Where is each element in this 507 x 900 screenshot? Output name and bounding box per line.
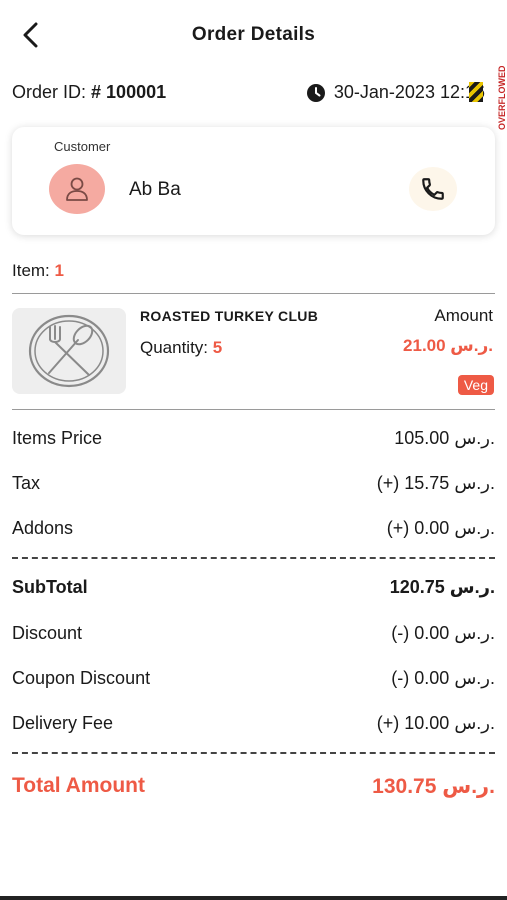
coupon-discount-label: Coupon Discount (12, 668, 151, 688)
clock-icon (306, 83, 325, 102)
items-count-value: 1 (54, 261, 64, 280)
divider (12, 293, 495, 294)
overflow-stripe (469, 82, 483, 102)
addons-label: Addons (12, 518, 74, 538)
delivery-fee-label: Delivery Fee (12, 713, 114, 733)
order-id: Order ID: # 100001 (12, 82, 166, 103)
user-icon (66, 177, 88, 201)
tax-value: (+) 15.75 ر.س. (376, 473, 495, 493)
tax-label: Tax (12, 473, 41, 493)
item-name: ROASTED TURKEY CLUB (140, 308, 319, 324)
total-amount-row: Total Amount 130.75 ر.س. (12, 774, 495, 798)
fork-spoon-icon (28, 314, 110, 388)
overflow-indicator: OVERFLOWED BY (493, 66, 507, 132)
customer-card: Customer Ab Ba (12, 127, 495, 235)
subtotal-label: SubTotal (12, 577, 88, 597)
order-datetime: 30-Jan-2023 12:16 (306, 82, 485, 103)
tax-row: Tax (+) 15.75 ر.س. (12, 473, 495, 497)
overflow-text: OVERFLOWED BY (497, 66, 507, 130)
dashed-divider (12, 557, 495, 559)
divider (12, 409, 495, 410)
app-header: Order Details (0, 0, 507, 70)
avatar (49, 164, 105, 214)
order-id-label: Order ID: (12, 82, 87, 102)
item-amount-label: Amount (434, 306, 493, 325)
customer-name: Ab Ba (129, 179, 181, 200)
items-price-value: 105.00 ر.س. (394, 428, 495, 448)
order-datetime-text: 30-Jan-2023 12:16 (333, 82, 485, 102)
subtotal-value: 120.75 ر.س. (389, 577, 495, 597)
item-quantity: Quantity: 5 (140, 338, 222, 358)
total-amount-value: 130.75 ر.س. (372, 775, 495, 798)
order-meta: Order ID: # 100001 30-Jan-2023 12:16 (12, 80, 495, 106)
addons-row: Addons (+) 0.00 ر.س. (12, 518, 495, 542)
coupon-discount-value: (-) 0.00 ر.س. (391, 668, 495, 688)
items-count: Item: 1 (12, 261, 64, 281)
delivery-fee-row: Delivery Fee (+) 10.00 ر.س. (12, 713, 495, 737)
total-amount-label: Total Amount (12, 774, 145, 797)
addons-value: (+) 0.00 ر.س. (386, 518, 495, 538)
call-button[interactable] (409, 167, 457, 211)
discount-row: Discount (-) 0.00 ر.س. (12, 623, 495, 647)
veg-badge: Veg (457, 375, 494, 395)
page-title: Order Details (191, 24, 316, 45)
bottom-bar (0, 896, 507, 900)
discount-label: Discount (12, 623, 83, 643)
delivery-fee-value: (+) 10.00 ر.س. (376, 713, 495, 733)
dashed-divider (12, 752, 495, 754)
item-amount-value: 21.00 ر.س. (403, 336, 493, 355)
coupon-discount-row: Coupon Discount (-) 0.00 ر.س. (12, 668, 495, 692)
phone-icon (422, 178, 444, 200)
discount-value: (-) 0.00 ر.س. (391, 623, 495, 643)
customer-label: Customer (54, 139, 111, 154)
order-id-value: # 100001 (91, 82, 167, 102)
items-count-label: Item: (12, 261, 50, 280)
item-quantity-label: Quantity: (140, 338, 209, 357)
item-image (12, 308, 126, 394)
item-quantity-value: 5 (212, 338, 223, 357)
items-price-label: Items Price (12, 428, 103, 448)
items-price-row: Items Price 105.00 ر.س. (12, 428, 495, 452)
subtotal-row: SubTotal 120.75 ر.س. (12, 577, 495, 601)
